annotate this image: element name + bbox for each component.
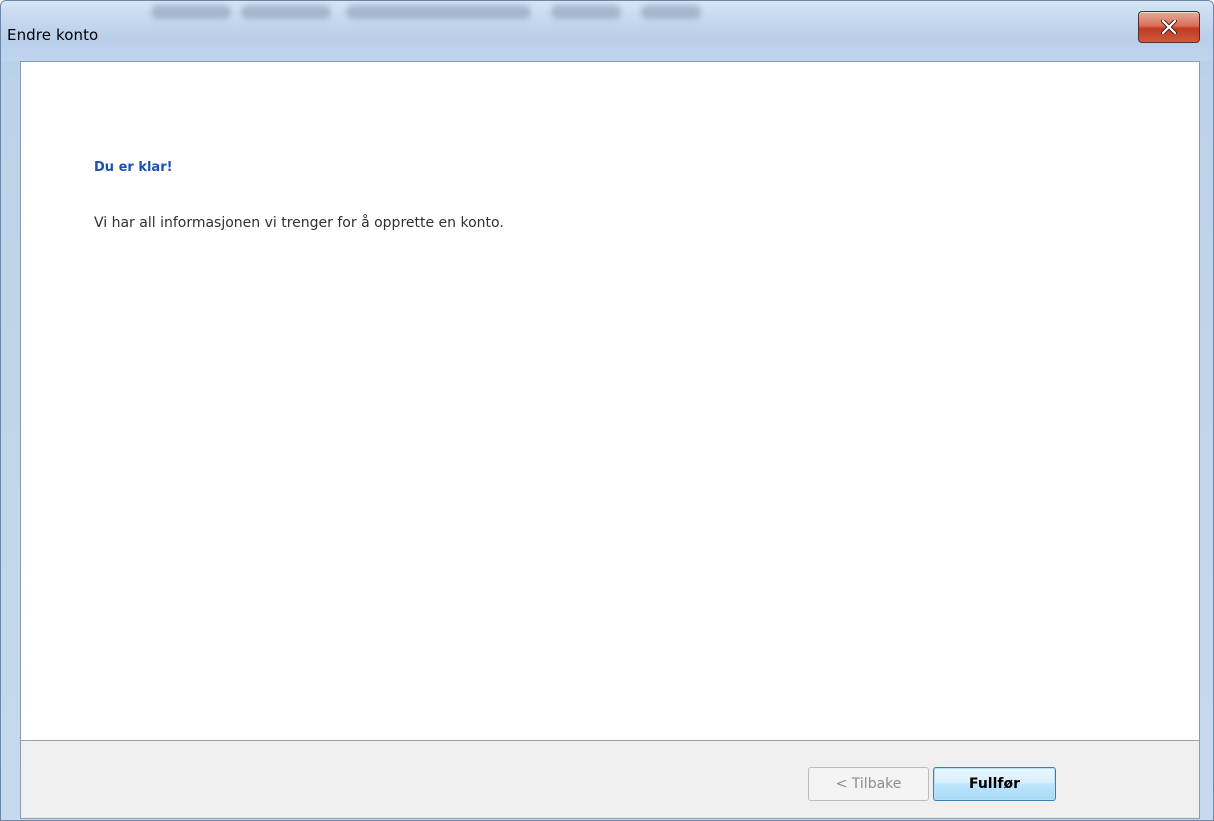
blurred-background-shape: [151, 5, 231, 19]
dialog-content-panel: Du er klar! Vi har all informasjonen vi …: [20, 61, 1200, 819]
blurred-background-shape: [641, 5, 701, 19]
finish-button[interactable]: Fullfør: [933, 767, 1056, 801]
ready-heading: Du er klar!: [94, 160, 173, 175]
back-button[interactable]: < Tilbake: [808, 767, 929, 801]
button-footer: < Tilbake Fullfør: [21, 740, 1199, 818]
ready-message: Vi har all informasjonen vi trenger for …: [94, 215, 504, 231]
close-button[interactable]: [1138, 11, 1200, 43]
window-title: Endre konto: [7, 26, 99, 44]
blurred-background-shape: [551, 5, 621, 19]
blurred-background-shape: [241, 5, 331, 19]
account-dialog-window: Endre konto Du er klar! Vi har all infor…: [0, 0, 1214, 821]
title-bar[interactable]: Endre konto: [1, 1, 1213, 61]
close-x-icon: [1161, 20, 1177, 34]
blurred-background-shape: [346, 5, 531, 19]
